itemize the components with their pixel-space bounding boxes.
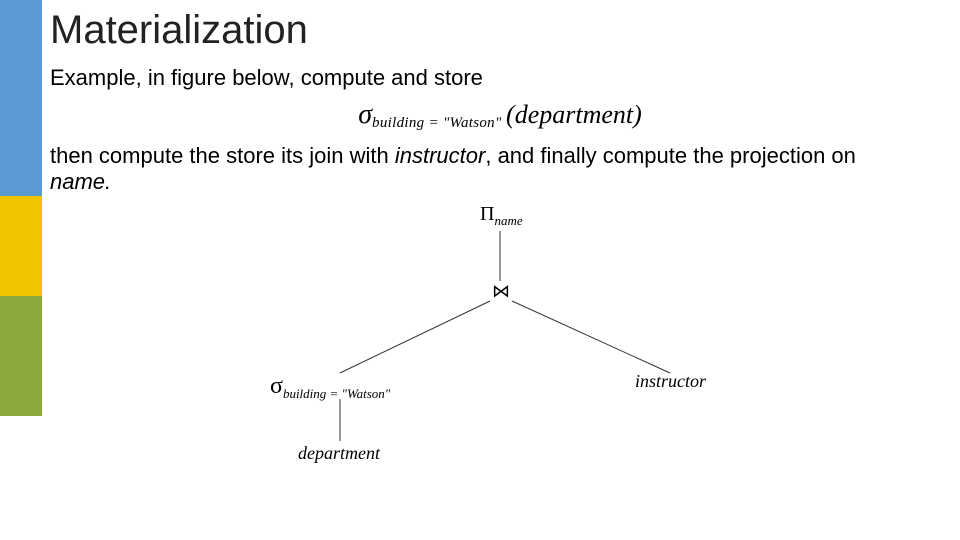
followup-text: then compute the store its join with ins… xyxy=(50,143,880,196)
follow-part-a: then compute the store its join with xyxy=(50,143,395,168)
tree-edges xyxy=(240,203,760,483)
pi-subscript: name xyxy=(494,213,522,228)
slide-content: Materialization Example, in figure below… xyxy=(50,8,950,483)
tree-sigma-subscript: building = "Watson" xyxy=(283,386,390,401)
node-projection: Πname xyxy=(480,203,523,229)
sigma-symbol: σ xyxy=(358,99,372,130)
follow-part-b: , and finally compute the projection on xyxy=(485,143,856,168)
intro-text: Example, in figure below, compute and st… xyxy=(50,65,880,91)
pi-symbol: Π xyxy=(480,203,494,225)
left-stripe-yellow xyxy=(0,196,42,296)
page-title: Materialization xyxy=(50,8,950,53)
follow-instructor: instructor xyxy=(395,143,485,168)
follow-name: name. xyxy=(50,169,111,194)
sigma-subscript: building = "Watson" xyxy=(372,116,502,132)
tree-sigma-symbol: σ xyxy=(270,373,283,399)
node-selection: σbuilding = "Watson" xyxy=(270,373,390,402)
left-stripe-blue xyxy=(0,0,42,196)
node-instructor: instructor xyxy=(635,371,706,392)
left-stripe-green xyxy=(0,296,42,416)
query-tree: Πname ⋈ σbuilding = "Watson" instructor … xyxy=(240,203,760,483)
selection-formula: σbuilding = "Watson" (department) xyxy=(50,99,950,132)
sigma-relation: (department) xyxy=(506,100,642,129)
node-department: department xyxy=(298,443,380,464)
node-join: ⋈ xyxy=(492,281,510,302)
